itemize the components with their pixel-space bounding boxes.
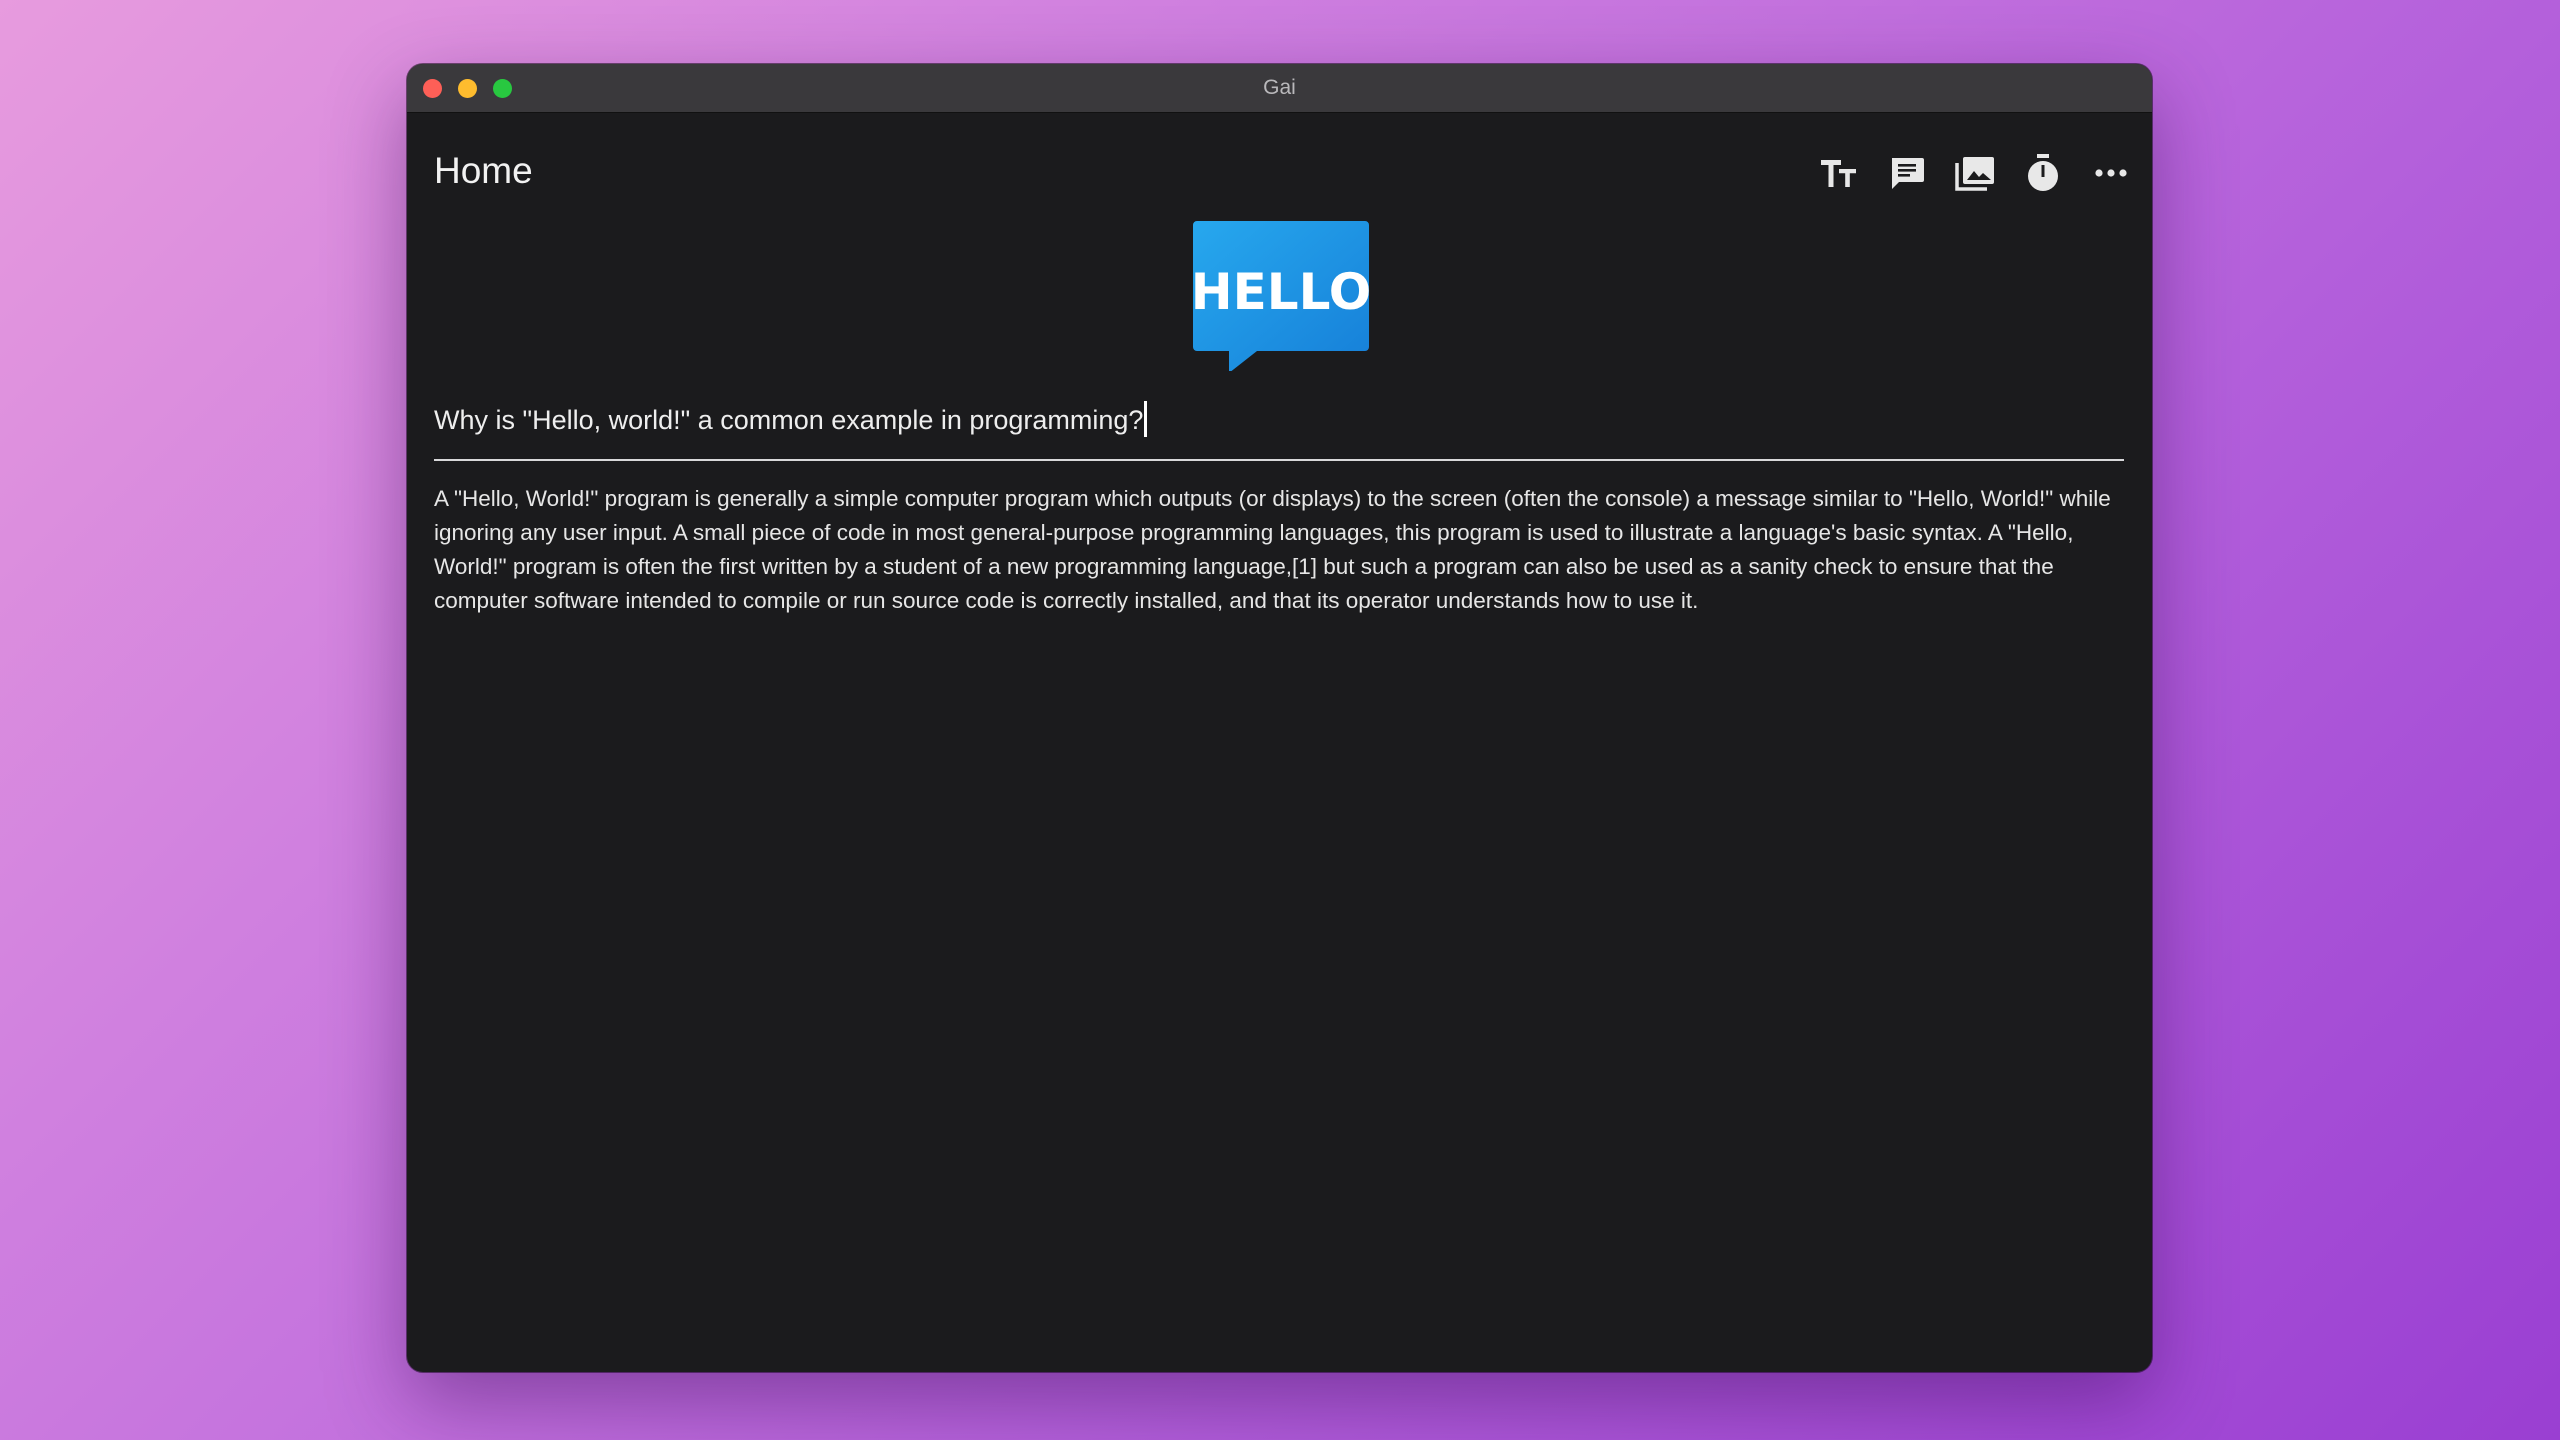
logo-text: HELLO [1191, 263, 1371, 321]
title-bar[interactable]: Gai [407, 64, 2152, 113]
more-options-button[interactable] [2088, 150, 2134, 196]
timer-button[interactable] [2020, 150, 2066, 196]
question-input-text[interactable]: Why is "Hello, world!" a common example … [434, 401, 1148, 437]
text-size-button[interactable] [1816, 150, 1862, 196]
image-icon [1955, 157, 1994, 191]
chat-icon [1892, 158, 1924, 189]
image-gallery-button[interactable] [1952, 150, 1998, 196]
response-text: A "Hello, World!" program is generally a… [434, 486, 2111, 613]
question-value: Why is "Hello, world!" a common example … [434, 405, 1144, 435]
question-input[interactable]: Why is "Hello, world!" a common example … [434, 389, 2124, 461]
text-size-icon [1821, 160, 1856, 187]
hello-logo: HELLO [1191, 219, 1371, 373]
window-title: Gai [1263, 76, 1296, 99]
app-window: Gai Home HELLO Why is "Hello, world!" a … [407, 64, 2152, 1372]
page-title: Home [434, 150, 533, 191]
more-icon [2095, 169, 2127, 177]
text-cursor [1144, 401, 1148, 437]
timer-icon [2028, 154, 2058, 191]
chat-button[interactable] [1884, 150, 1930, 196]
toolbar [1816, 150, 2134, 196]
